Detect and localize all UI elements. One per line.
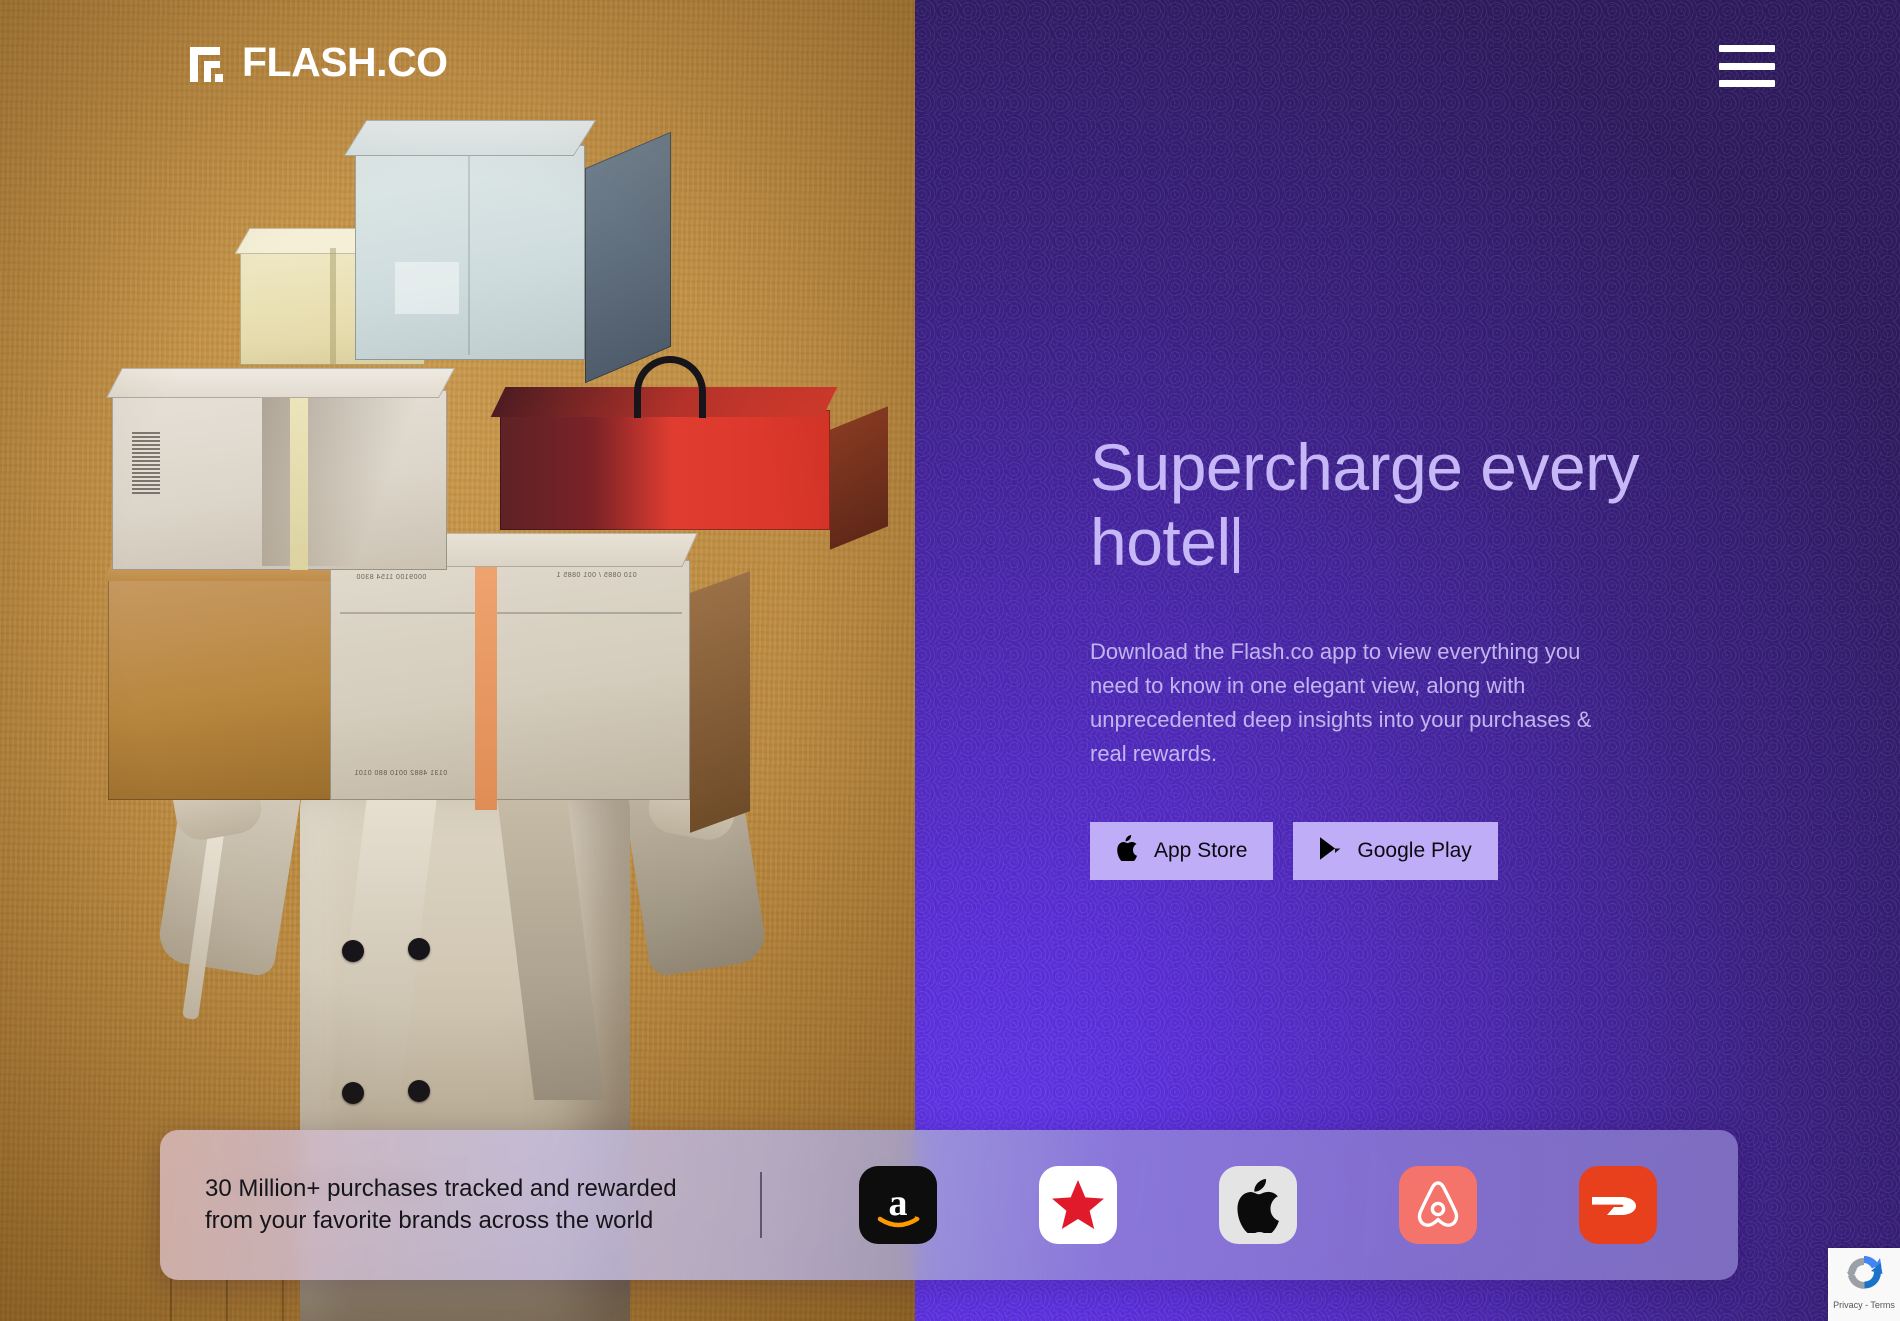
hamburger-menu-icon[interactable] bbox=[1719, 45, 1775, 87]
amazon-logo-icon: a bbox=[877, 1182, 920, 1228]
stats-text: 30 Million+ purchases tracked and reward… bbox=[205, 1173, 750, 1236]
brand-logo-apple[interactable] bbox=[1219, 1166, 1297, 1244]
hero-heading-line1: Supercharge every bbox=[1090, 430, 1640, 504]
logo-wordmark: FLASH.CO bbox=[242, 39, 448, 85]
brand-logo-row: a bbox=[762, 1166, 1738, 1244]
google-play-logo-icon bbox=[1319, 836, 1341, 867]
app-store-button[interactable]: App Store bbox=[1090, 822, 1274, 880]
apple-logo-icon bbox=[1237, 1179, 1279, 1233]
brand-logo-amazon[interactable]: a bbox=[859, 1166, 937, 1244]
recaptcha-logo-icon bbox=[1847, 1256, 1883, 1289]
google-play-label: Google Play bbox=[1357, 839, 1472, 862]
hero-heading-line2: hotel bbox=[1090, 504, 1231, 579]
brand-logo-doordash[interactable] bbox=[1579, 1166, 1657, 1244]
macys-star-logo-icon bbox=[1052, 1180, 1104, 1229]
brand-logo-macys[interactable] bbox=[1039, 1166, 1117, 1244]
stats-line-2: from your favorite brands across the wor… bbox=[205, 1207, 654, 1234]
app-store-label: App Store bbox=[1154, 839, 1248, 862]
hamburger-bar bbox=[1719, 45, 1775, 52]
doordash-logo-icon bbox=[1592, 1197, 1636, 1215]
svg-text:a: a bbox=[889, 1182, 908, 1224]
brand-logo-airbnb[interactable] bbox=[1399, 1166, 1477, 1244]
hero-paragraph: Download the Flash.co app to view everyt… bbox=[1090, 639, 1592, 767]
stats-line-1: 30 Million+ purchases tracked and reward… bbox=[205, 1175, 677, 1203]
hamburger-bar bbox=[1719, 62, 1775, 70]
app-store-buttons: App Store Google Play bbox=[1090, 822, 1498, 880]
apple-logo-icon bbox=[1116, 835, 1138, 867]
recaptcha-terms-text[interactable]: Privacy - Terms bbox=[1833, 1300, 1895, 1310]
landing-page: 010 0885 / 001 0885 1 0009100 1154 8300 … bbox=[0, 0, 1900, 1321]
image-vignette bbox=[0, 0, 915, 1321]
hero-heading: Supercharge every hotel bbox=[1090, 430, 1710, 579]
flash-bracket-logo-icon bbox=[190, 44, 228, 82]
site-logo[interactable]: FLASH.CO bbox=[190, 42, 448, 83]
hero-image-panel: 010 0885 / 001 0885 1 0009100 1154 8300 … bbox=[0, 0, 915, 1321]
stats-brands-bar: 30 Million+ purchases tracked and reward… bbox=[160, 1130, 1738, 1280]
google-play-button[interactable]: Google Play bbox=[1293, 822, 1498, 880]
hero-copy: Supercharge every hotel Download the Fla… bbox=[1090, 430, 1710, 772]
typing-cursor bbox=[1233, 516, 1239, 573]
airbnb-logo-icon bbox=[1417, 1181, 1459, 1227]
recaptcha-badge[interactable]: Privacy - Terms bbox=[1828, 1248, 1900, 1321]
hamburger-bar bbox=[1719, 80, 1775, 87]
